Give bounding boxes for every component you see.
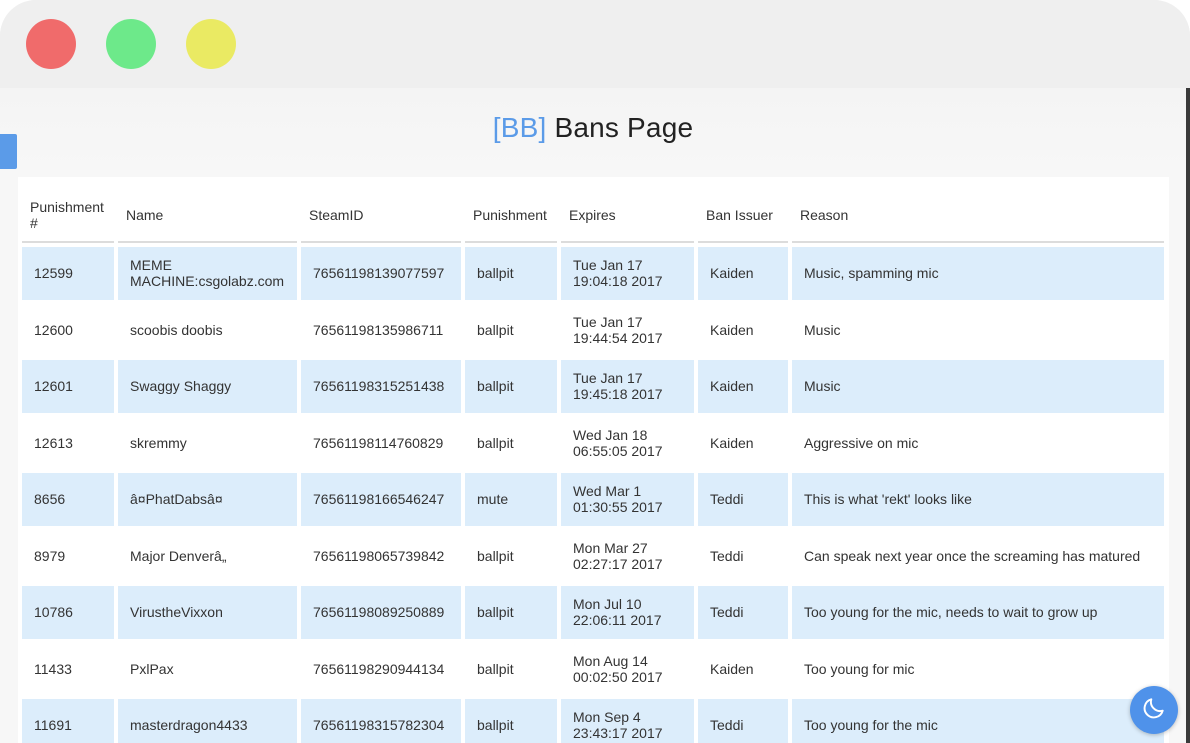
cell-id: 12600 — [34, 321, 73, 338]
cell-steamid: 76561198139077597 — [301, 247, 461, 300]
cell-expires: Tue Jan 17 19:45:18 2017 — [561, 360, 694, 413]
title-bar — [0, 0, 1190, 88]
cell-punishment: ballpit — [477, 660, 514, 677]
cell-expires: Tue Jan 17 19:44:54 2017 — [573, 313, 663, 346]
maximize-window-button[interactable] — [106, 19, 156, 69]
cell-name: MEME MACHINE:csgolabz.com — [118, 247, 297, 300]
cell-punishment: ballpit — [477, 547, 514, 564]
cell-id: 11433 — [34, 660, 72, 677]
theme-toggle-button[interactable] — [1130, 686, 1178, 734]
column-header-punishment-id[interactable]: Punishment # — [22, 189, 114, 243]
cell-punishment: ballpit — [465, 699, 557, 743]
cell-issuer: Kaiden — [710, 321, 754, 338]
cell-name: VirustheVixxon — [118, 586, 297, 639]
minimize-window-button[interactable] — [186, 19, 236, 69]
page-title: [BB] Bans Page — [0, 112, 1186, 144]
cell-reason: Aggressive on mic — [804, 434, 919, 451]
cell-expires: Mon Sep 4 23:43:17 2017 — [561, 699, 694, 743]
cell-reason: Music — [804, 321, 841, 338]
table-row[interactable]: 8979 Major Denverâ„ 76561198065739842 ba… — [22, 530, 1164, 583]
cell-reason: Can speak next year once the screaming h… — [804, 547, 1141, 564]
cell-expires: Wed Jan 18 06:55:05 2017 — [573, 426, 663, 459]
cell-steamid: 76561198065739842 — [313, 547, 445, 564]
cell-id: 8656 — [22, 473, 114, 526]
cell-issuer: Teddi — [698, 473, 788, 526]
cell-name: masterdragon4433 — [118, 699, 297, 743]
table-row[interactable]: 12601 Swaggy Shaggy 76561198315251438 ba… — [22, 360, 1164, 413]
column-header-steamid[interactable]: SteamID — [301, 189, 461, 243]
cell-reason: Music — [792, 360, 1164, 413]
table-row[interactable]: 12613 skremmy 76561198114760829 ballpit … — [22, 417, 1164, 470]
cell-id: 8979 — [34, 547, 66, 564]
table-row[interactable]: 8656 â¤PhatDabsâ¤ 76561198166546247 mute… — [22, 473, 1164, 526]
cell-name: Swaggy Shaggy — [118, 360, 297, 413]
close-window-button[interactable] — [26, 19, 76, 69]
table-row[interactable]: 10786 VirustheVixxon 76561198089250889 b… — [22, 586, 1164, 639]
cell-punishment: mute — [465, 473, 557, 526]
cell-expires: Mon Mar 27 02:27:17 2017 — [573, 539, 663, 572]
cell-punishment: ballpit — [465, 247, 557, 300]
cell-reason: Music, spamming mic — [792, 247, 1164, 300]
cell-reason: Too young for the mic, needs to wait to … — [792, 586, 1164, 639]
cell-id: 10786 — [22, 586, 114, 639]
cell-expires: Mon Jul 10 22:06:11 2017 — [561, 586, 694, 639]
cell-issuer: Kaiden — [698, 247, 788, 300]
cell-issuer: Teddi — [698, 586, 788, 639]
cell-steamid: 76561198114760829 — [313, 434, 444, 451]
bans-table: Punishment # Name SteamID Punishment Exp… — [18, 185, 1168, 743]
cell-issuer: Kaiden — [698, 360, 788, 413]
cell-reason: This is what 'rekt' looks like — [792, 473, 1164, 526]
cell-steamid: 76561198290944134 — [313, 660, 445, 677]
window-edge — [1186, 88, 1190, 743]
cell-reason: Too young for the mic — [792, 699, 1164, 743]
column-header-punishment[interactable]: Punishment — [465, 189, 557, 243]
cell-issuer: Teddi — [710, 547, 744, 564]
table-row[interactable]: 11691 masterdragon4433 76561198315782304… — [22, 699, 1164, 743]
cell-steamid: 76561198315251438 — [301, 360, 461, 413]
cell-name: Major Denverâ„ — [130, 547, 227, 564]
cell-issuer: Kaiden — [710, 434, 754, 451]
cell-id: 12613 — [34, 434, 73, 451]
cell-expires: Tue Jan 17 19:04:18 2017 — [561, 247, 694, 300]
cell-punishment: ballpit — [477, 434, 514, 451]
table-row[interactable]: 11433 PxlPax 76561198290944134 ballpit M… — [22, 643, 1164, 696]
cell-steamid: 76561198315782304 — [301, 699, 461, 743]
bans-table-card: Punishment # Name SteamID Punishment Exp… — [18, 177, 1169, 743]
cell-punishment: ballpit — [465, 586, 557, 639]
cell-issuer: Kaiden — [710, 660, 754, 677]
cell-name: â¤PhatDabsâ¤ — [118, 473, 297, 526]
cell-id: 12599 — [22, 247, 114, 300]
column-header-expires[interactable]: Expires — [561, 189, 694, 243]
cell-steamid: 76561198135986711 — [313, 321, 444, 338]
page-title-text: Bans Page — [546, 112, 694, 143]
cell-issuer: Teddi — [698, 699, 788, 743]
cell-id: 12601 — [22, 360, 114, 413]
table-row[interactable]: 12599 MEME MACHINE:csgolabz.com 76561198… — [22, 247, 1164, 300]
column-header-reason[interactable]: Reason — [792, 189, 1164, 243]
cell-name: scoobis doobis — [130, 321, 223, 338]
cell-name: skremmy — [130, 434, 187, 451]
cell-reason: Too young for mic — [804, 660, 915, 677]
cell-steamid: 76561198089250889 — [301, 586, 461, 639]
cell-name: PxlPax — [130, 660, 174, 677]
cell-id: 11691 — [22, 699, 114, 743]
cell-punishment: ballpit — [477, 321, 514, 338]
column-header-ban-issuer[interactable]: Ban Issuer — [698, 189, 788, 243]
moon-icon — [1141, 695, 1167, 726]
table-header-row: Punishment # Name SteamID Punishment Exp… — [22, 189, 1164, 243]
table-row[interactable]: 12600 scoobis doobis 76561198135986711 b… — [22, 304, 1164, 357]
cell-expires: Mon Aug 14 00:02:50 2017 — [573, 652, 663, 685]
cell-steamid: 76561198166546247 — [301, 473, 461, 526]
cell-expires: Wed Mar 1 01:30:55 2017 — [561, 473, 694, 526]
cell-punishment: ballpit — [465, 360, 557, 413]
page-title-accent: [BB] — [492, 112, 547, 143]
column-header-name[interactable]: Name — [118, 189, 297, 243]
app-window: [BB] Bans Page Punishment # Name SteamID… — [0, 0, 1190, 743]
